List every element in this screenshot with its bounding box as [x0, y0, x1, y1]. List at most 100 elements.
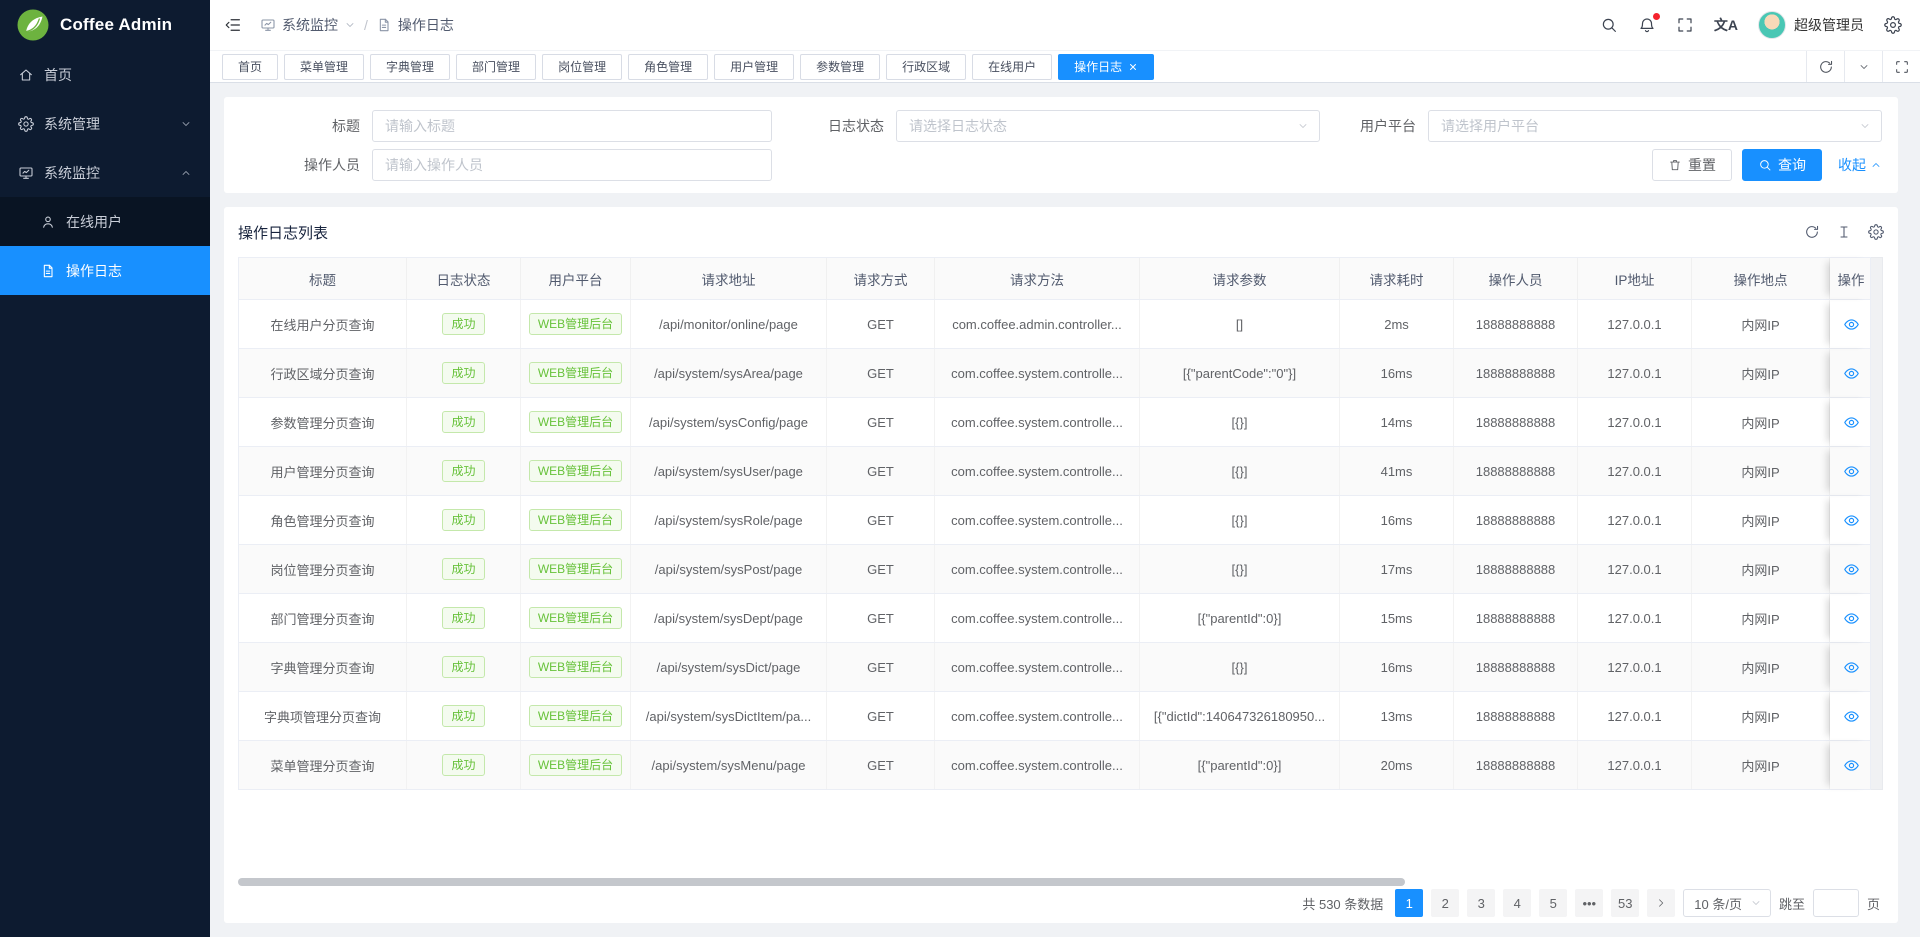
cell-actions — [1830, 741, 1872, 789]
sidebar-item-online-users[interactable]: 在线用户 — [0, 197, 210, 246]
sidebar-collapse-button[interactable] — [224, 16, 242, 34]
status-badge: 成功 — [442, 411, 484, 433]
page-button[interactable]: ••• — [1575, 889, 1603, 917]
tab[interactable]: 部门管理 — [456, 54, 536, 80]
maximize-content-button[interactable] — [1882, 51, 1920, 82]
sidebar-item-system-management[interactable]: 系统管理 — [0, 99, 210, 148]
view-detail-button[interactable] — [1843, 316, 1860, 333]
cell-platform: WEB管理后台 — [521, 692, 631, 740]
tab-close-icon[interactable] — [1128, 62, 1138, 72]
tab[interactable]: 在线用户 — [972, 54, 1052, 80]
cell-operator: 18888888888 — [1454, 447, 1578, 495]
page-button[interactable]: 3 — [1467, 889, 1495, 917]
page-button[interactable]: 5 — [1539, 889, 1567, 917]
chevron-down-icon — [344, 19, 356, 31]
view-detail-button[interactable] — [1843, 365, 1860, 382]
cell-request-function: com.coffee.system.controlle... — [935, 643, 1140, 691]
sidebar-item-home[interactable]: 首页 — [0, 50, 210, 99]
column-settings-button[interactable] — [1868, 224, 1884, 240]
user-menu[interactable]: 超级管理员 — [1758, 11, 1864, 39]
query-button[interactable]: 查询 — [1742, 149, 1822, 181]
breadcrumb-separator: / — [364, 17, 368, 33]
tab[interactable]: 行政区域 — [886, 54, 966, 80]
page-button[interactable]: 4 — [1503, 889, 1531, 917]
language-button[interactable]: 文A — [1714, 15, 1738, 35]
collapse-search-link[interactable]: 收起 — [1838, 155, 1882, 175]
view-detail-button[interactable] — [1843, 512, 1860, 529]
reset-button[interactable]: 重置 — [1652, 149, 1732, 181]
page-button[interactable]: 53 — [1611, 889, 1639, 917]
tab[interactable]: 菜单管理 — [284, 54, 364, 80]
status-badge: 成功 — [442, 313, 484, 335]
chevron-up-icon — [1870, 159, 1882, 171]
table-row: 在线用户分页查询 成功 WEB管理后台 /api/monitor/online/… — [239, 300, 1870, 349]
platform-badge: WEB管理后台 — [529, 656, 622, 678]
title-input[interactable] — [372, 110, 772, 142]
page-size-select[interactable]: 10 条/页 — [1683, 889, 1771, 917]
cell-request-url: /api/system/sysDictItem/pa... — [631, 692, 827, 740]
tab[interactable]: 岗位管理 — [542, 54, 622, 80]
settings-button[interactable] — [1884, 16, 1902, 34]
tab[interactable]: 用户管理 — [714, 54, 794, 80]
sidebar-item-system-monitor[interactable]: 系统监控 — [0, 148, 210, 197]
user-icon — [40, 214, 56, 230]
breadcrumb-current: 操作日志 — [376, 15, 454, 35]
row-density-button[interactable] — [1836, 224, 1852, 240]
status-badge: 成功 — [442, 362, 484, 384]
cell-request-time: 14ms — [1340, 398, 1454, 446]
cell-request-url: /api/system/sysConfig/page — [631, 398, 827, 446]
cell-request-method: GET — [827, 300, 935, 348]
tab-label: 部门管理 — [472, 58, 520, 75]
expand-icon — [1676, 16, 1694, 34]
view-detail-button[interactable] — [1843, 561, 1860, 578]
cell-title: 菜单管理分页查询 — [239, 741, 407, 789]
app-logo[interactable]: Coffee Admin — [0, 0, 210, 50]
view-detail-button[interactable] — [1843, 757, 1860, 774]
tab-options-button[interactable] — [1844, 51, 1882, 82]
page-button[interactable]: 2 — [1431, 889, 1459, 917]
search-button[interactable] — [1600, 16, 1618, 34]
cell-location: 内网IP — [1692, 643, 1830, 691]
cell-title: 岗位管理分页查询 — [239, 545, 407, 593]
refresh-icon — [1818, 59, 1834, 75]
tab-label: 用户管理 — [730, 58, 778, 75]
vertical-scrollbar[interactable] — [1871, 257, 1883, 790]
tab[interactable]: 角色管理 — [628, 54, 708, 80]
eye-icon — [1843, 316, 1860, 333]
breadcrumb-section[interactable]: 系统监控 — [260, 15, 356, 35]
next-page-button[interactable] — [1647, 889, 1675, 917]
eye-icon — [1843, 414, 1860, 431]
cell-location: 内网IP — [1692, 300, 1830, 348]
view-detail-button[interactable] — [1843, 463, 1860, 480]
view-detail-button[interactable] — [1843, 708, 1860, 725]
tab-label: 参数管理 — [816, 58, 864, 75]
cell-operator: 18888888888 — [1454, 349, 1578, 397]
cell-status: 成功 — [407, 300, 521, 348]
search-panel: 标题 日志状态 请选择日志状态 用户平台 请选择用户平台 操作人员 — [224, 97, 1898, 193]
tab[interactable]: 字典管理 — [370, 54, 450, 80]
page-jump-input[interactable] — [1813, 889, 1859, 917]
sidebar: Coffee Admin 首页 系统管理 系统监控 在线用户 操作日志 — [0, 0, 210, 937]
view-detail-button[interactable] — [1843, 414, 1860, 431]
tab[interactable]: 操作日志 — [1058, 54, 1154, 80]
view-detail-button[interactable] — [1843, 610, 1860, 627]
notifications-button[interactable] — [1638, 16, 1656, 34]
platform-select[interactable]: 请选择用户平台 — [1428, 110, 1882, 142]
operator-input[interactable] — [372, 149, 772, 181]
refresh-tab-button[interactable] — [1806, 51, 1844, 82]
sidebar-item-operation-log[interactable]: 操作日志 — [0, 246, 210, 295]
refresh-table-button[interactable] — [1804, 224, 1820, 240]
tab[interactable]: 首页 — [222, 54, 278, 80]
column-header: 请求地址 — [631, 258, 827, 299]
app-title: Coffee Admin — [60, 15, 172, 35]
cell-request-url: /api/system/sysPost/page — [631, 545, 827, 593]
column-header: 日志状态 — [407, 258, 521, 299]
fullscreen-button[interactable] — [1676, 16, 1694, 34]
horizontal-scrollbar-thumb[interactable] — [238, 878, 1405, 886]
panel-header: 操作日志列表 — [238, 207, 1884, 257]
page-button[interactable]: 1 — [1395, 889, 1423, 917]
sidebar-item-label: 系统监控 — [44, 163, 100, 183]
status-select[interactable]: 请选择日志状态 — [896, 110, 1320, 142]
tab[interactable]: 参数管理 — [800, 54, 880, 80]
view-detail-button[interactable] — [1843, 659, 1860, 676]
